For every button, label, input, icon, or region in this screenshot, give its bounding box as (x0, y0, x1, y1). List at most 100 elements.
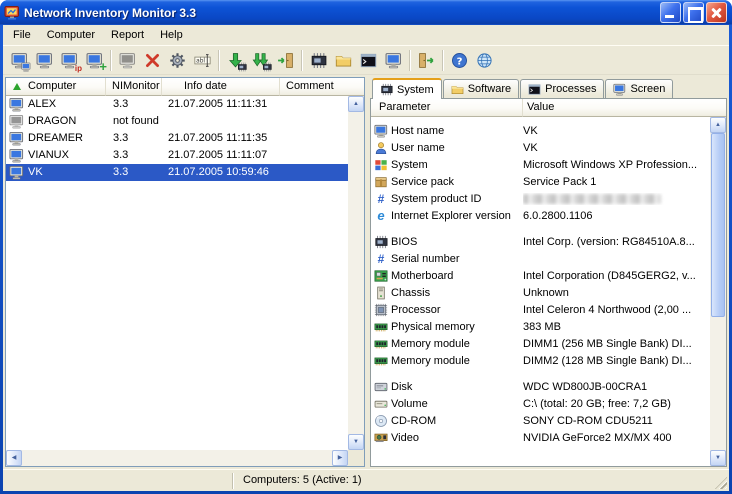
parameter-label: User name (391, 142, 523, 154)
column-header-info-date[interactable]: Info date (162, 78, 280, 96)
website-button[interactable] (472, 48, 497, 73)
tab-software[interactable]: Software (443, 79, 519, 98)
detail-row-chassis[interactable]: Chassis Unknown (371, 284, 710, 301)
tab-screen[interactable]: Screen (605, 79, 673, 98)
toolbar-separator (409, 50, 411, 71)
scroll-up-button[interactable]: ▲ (348, 96, 364, 112)
detail-row-host-name[interactable]: Host name VK (371, 122, 710, 139)
column-header-label: Computer (28, 78, 76, 95)
menu-computer[interactable]: Computer (39, 26, 103, 45)
internet-explorer-icon (371, 208, 391, 223)
processor-icon (371, 303, 391, 317)
chip-icon (380, 83, 393, 96)
scroll-up-button[interactable]: ▲ (710, 117, 726, 133)
scroll-left-button[interactable]: ◀ (6, 450, 22, 466)
scroll-down-button[interactable]: ▼ (710, 450, 726, 466)
computer-icon (371, 124, 391, 138)
find-computers-icon (10, 51, 29, 70)
export-report-button[interactable] (414, 48, 439, 73)
details-vertical-scrollbar[interactable]: ▲ ▼ (710, 117, 726, 466)
memory-module-icon (371, 354, 391, 368)
parameter-label: Processor (391, 304, 523, 316)
computers-list: Computer NIMonitor Info date Comment ALE… (5, 77, 365, 467)
chassis-icon (371, 286, 391, 300)
globe-icon (475, 51, 494, 70)
detail-row-video[interactable]: Video NVIDIA GeForce2 MX/MX 400 (371, 429, 710, 446)
computers-horizontal-scrollbar[interactable]: ◀ ▶ (6, 450, 348, 466)
parameter-label: Disk (391, 381, 523, 393)
detail-row-service-pack[interactable]: Service pack Service Pack 1 (371, 173, 710, 190)
detail-row-ie-version[interactable]: Internet Explorer version 6.0.2800.1106 (371, 207, 710, 224)
import-computers-button[interactable] (82, 48, 107, 73)
parameter-label: Internet Explorer version (391, 210, 523, 222)
detail-row-processor[interactable]: Processor Intel Celeron 4 Northwood (2,0… (371, 301, 710, 318)
parameter-value: Microsoft Windows XP Profession... (523, 159, 710, 171)
add-computer-button[interactable] (32, 48, 57, 73)
computer-row-vk-selected[interactable]: VK 3.3 21.07.2005 10:59:46 (6, 164, 348, 181)
minimize-button[interactable] (660, 2, 681, 23)
tab-processes[interactable]: Processes (520, 79, 604, 98)
import-info-icon (276, 51, 295, 70)
add-ip-range-button[interactable] (57, 48, 82, 73)
computer-row-vianux[interactable]: VIANUX 3.3 21.07.2005 11:11:07 (6, 147, 348, 164)
scroll-track[interactable] (22, 450, 332, 466)
detail-row-system-product-id[interactable]: System product ID (371, 190, 710, 207)
computer-row-dragon[interactable]: DRAGON not found (6, 113, 348, 130)
detail-row-bios[interactable]: BIOS Intel Corp. (version: RG84510A.8... (371, 233, 710, 250)
parameter-label: Memory module (391, 338, 523, 350)
app-window: Network Inventory Monitor 3.3 File Compu… (0, 0, 732, 494)
status-bar: Computers: 5 (Active: 1) (3, 469, 729, 491)
show-screen-button[interactable] (381, 48, 406, 73)
edit-computer-button[interactable] (115, 48, 140, 73)
menu-help[interactable]: Help (152, 26, 191, 45)
column-header-computer[interactable]: Computer (6, 78, 106, 96)
options-button[interactable] (165, 48, 190, 73)
scroll-right-button[interactable]: ▶ (332, 450, 348, 466)
detail-row-user-name[interactable]: User name VK (371, 139, 710, 156)
detail-row-system[interactable]: System Microsoft Windows XP Profession..… (371, 156, 710, 173)
import-info-button[interactable] (273, 48, 298, 73)
find-computers-button[interactable] (7, 48, 32, 73)
rename-computer-button[interactable] (190, 48, 215, 73)
detail-row-physical-memory[interactable]: Physical memory 383 MB (371, 318, 710, 335)
delete-computer-button[interactable] (140, 48, 165, 73)
detail-row-disk[interactable]: Disk WDC WD800JB-00CRA1 (371, 378, 710, 395)
detail-row-memory-module-1[interactable]: Memory module DIMM1 (256 MB Single Bank)… (371, 335, 710, 352)
detail-row-serial-number[interactable]: Serial number (371, 250, 710, 267)
folder-icon (451, 83, 464, 96)
menu-report[interactable]: Report (103, 26, 152, 45)
info-date: 21.07.2005 11:11:07 (162, 147, 280, 164)
scroll-track[interactable] (348, 112, 364, 434)
help-button[interactable] (447, 48, 472, 73)
parameter-value: Service Pack 1 (523, 176, 710, 188)
parameter-value: VK (523, 125, 710, 137)
computer-row-alex[interactable]: ALEX 3.3 21.07.2005 11:11:31 (6, 96, 348, 113)
toolbar-separator (301, 50, 303, 71)
get-info-all-button[interactable] (248, 48, 273, 73)
detail-row-cdrom[interactable]: CD-ROM SONY CD-ROM CDU5211 (371, 412, 710, 429)
show-processes-button[interactable] (356, 48, 381, 73)
computer-row-dreamer[interactable]: DREAMER 3.3 21.07.2005 11:11:35 (6, 130, 348, 147)
detail-row-memory-module-2[interactable]: Memory module DIMM2 (128 MB Single Bank)… (371, 352, 710, 369)
tab-system[interactable]: System (372, 78, 442, 99)
menu-file[interactable]: File (5, 26, 39, 45)
scroll-down-button[interactable]: ▼ (348, 434, 364, 450)
detail-row-motherboard[interactable]: Motherboard Intel Corporation (D845GERG2… (371, 267, 710, 284)
column-header-nimonitor[interactable]: NIMonitor (106, 78, 162, 96)
info-date: 21.07.2005 10:59:46 (162, 164, 280, 181)
column-header-comment[interactable]: Comment (280, 78, 364, 96)
get-info-button[interactable] (223, 48, 248, 73)
column-header-value[interactable]: Value (523, 99, 726, 117)
scroll-track[interactable] (710, 133, 726, 450)
scroll-thumb[interactable] (711, 133, 725, 317)
close-button[interactable] (706, 2, 727, 23)
show-software-button[interactable] (331, 48, 356, 73)
titlebar[interactable]: Network Inventory Monitor 3.3 (0, 0, 732, 25)
computer-icon (9, 131, 24, 146)
show-system-button[interactable] (306, 48, 331, 73)
detail-row-volume[interactable]: Volume C:\ (total: 20 GB; free: 7,2 GB) (371, 395, 710, 412)
maximize-button[interactable] (683, 2, 704, 23)
computers-vertical-scrollbar[interactable]: ▲ ▼ (348, 96, 364, 450)
tab-label: Software (468, 80, 511, 98)
column-header-parameter[interactable]: Parameter (371, 99, 523, 117)
